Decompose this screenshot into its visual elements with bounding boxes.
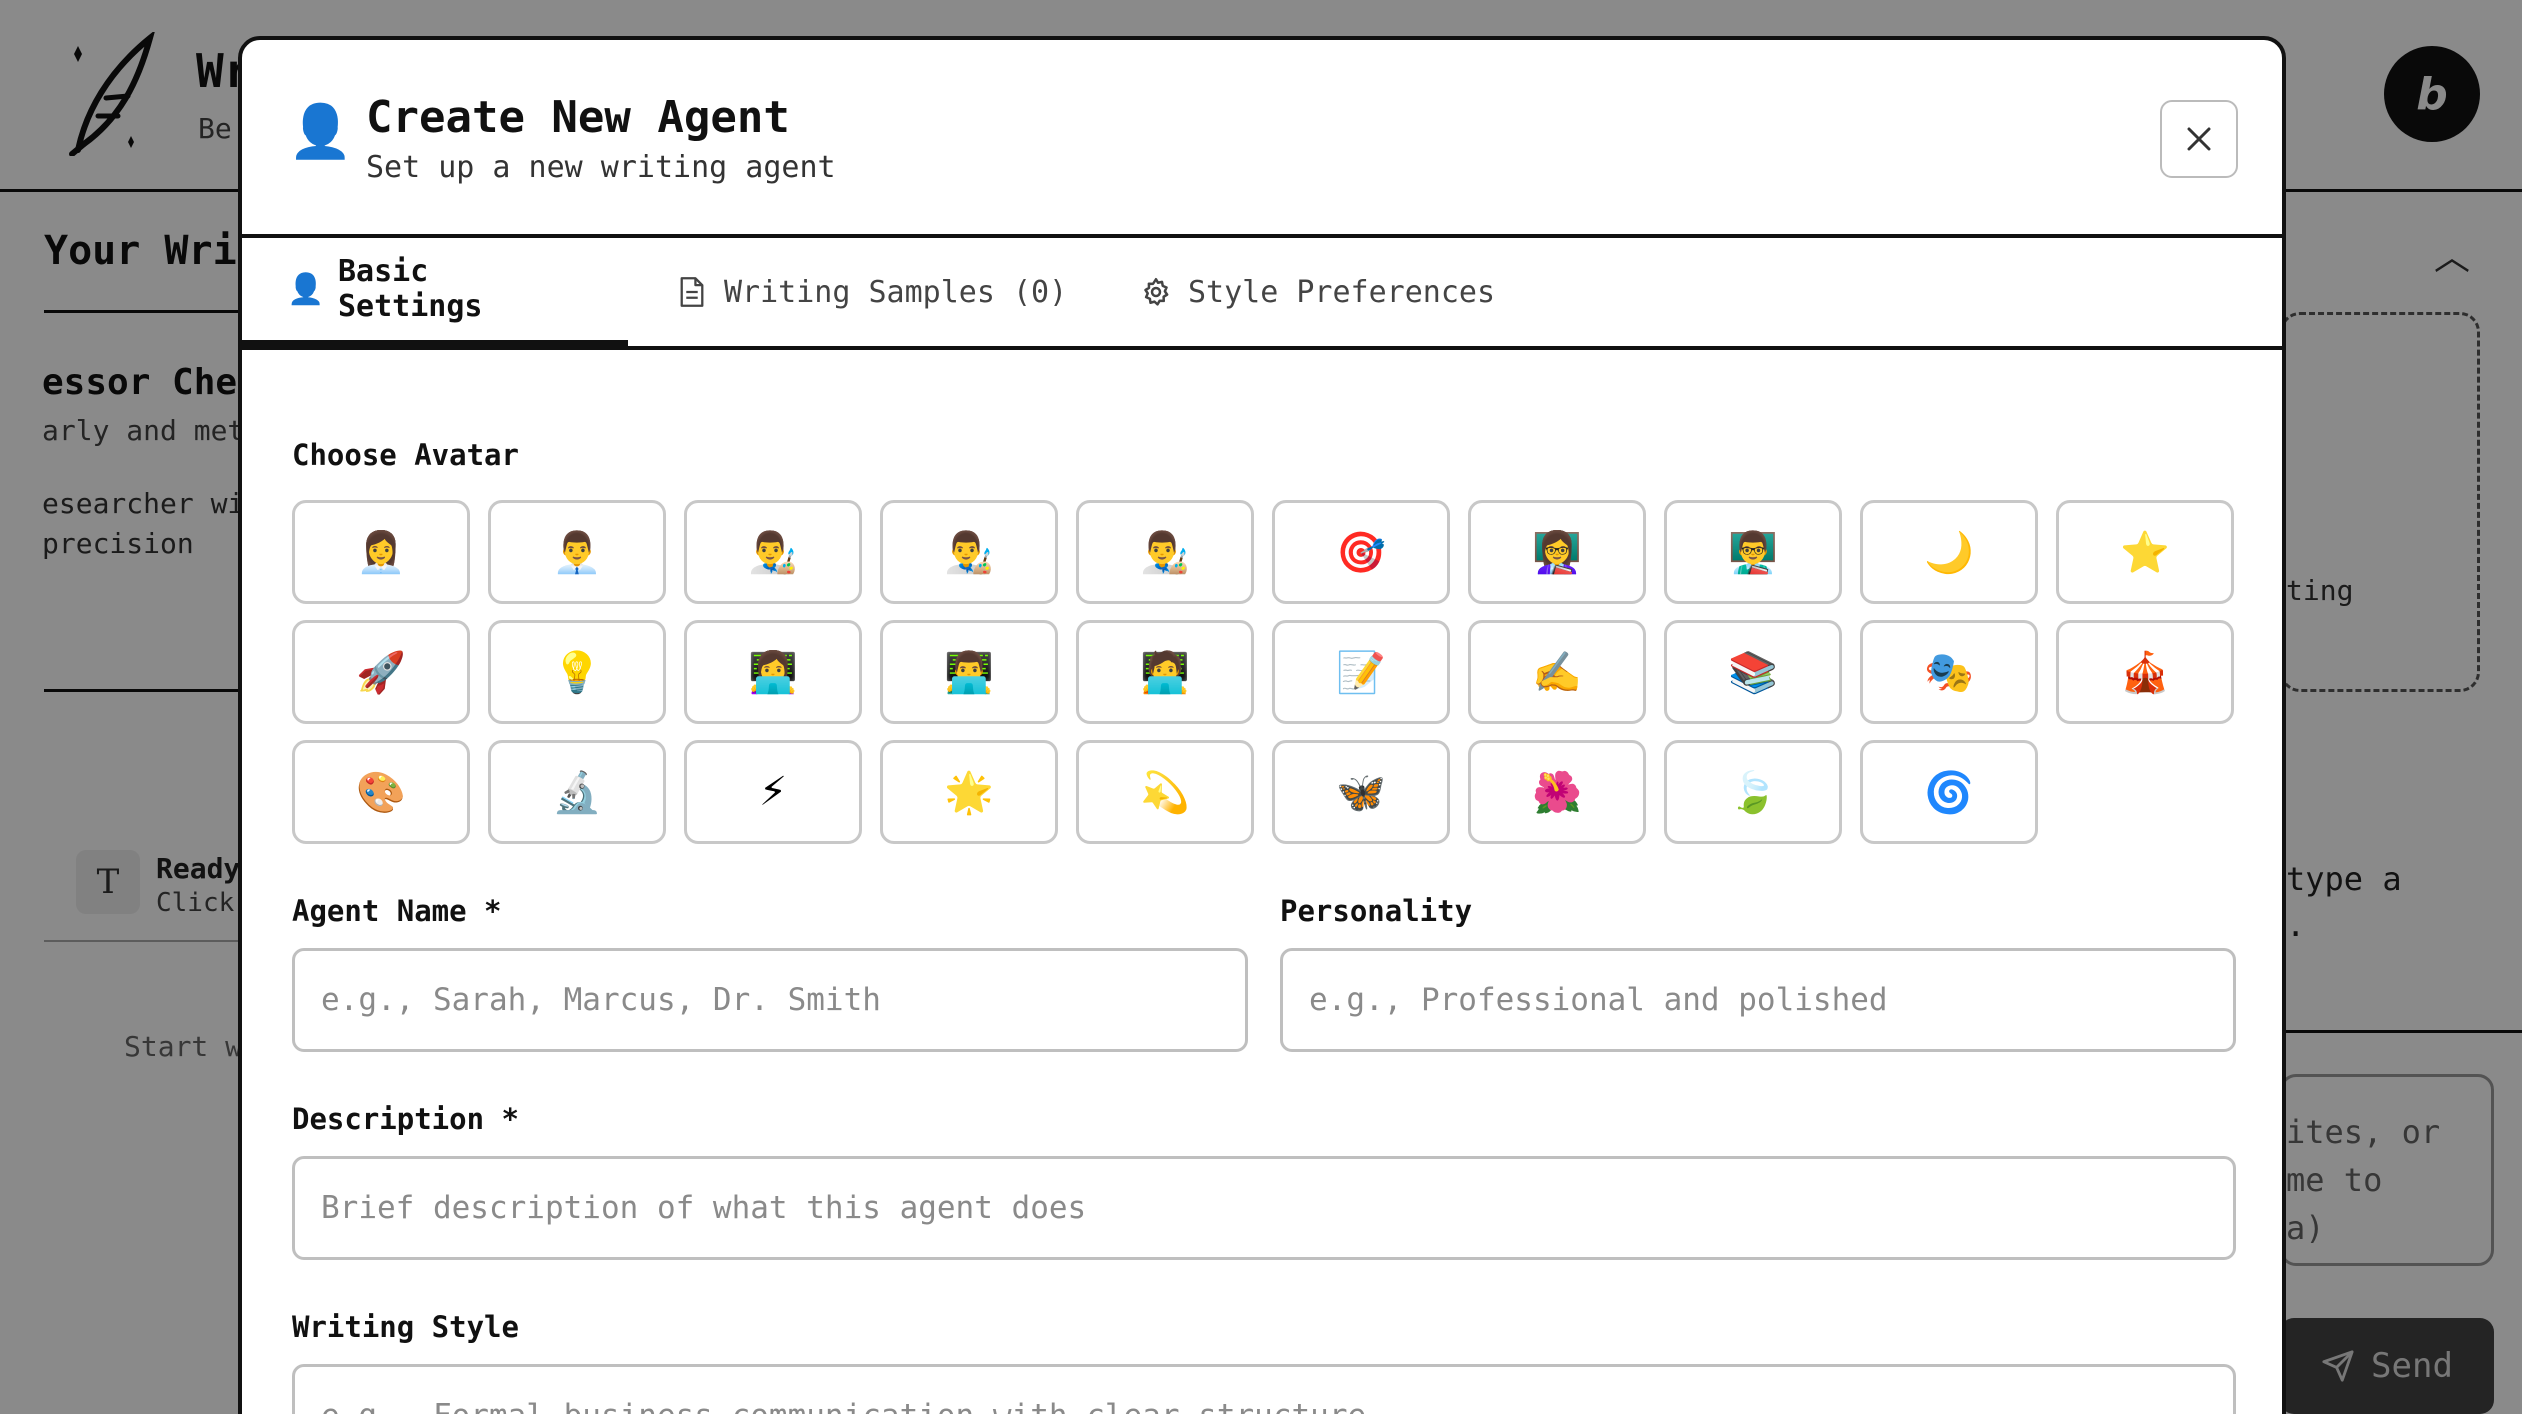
avatar-option[interactable]: ⭐ <box>2056 500 2234 604</box>
avatar-option[interactable]: 👩‍💻 <box>684 620 862 724</box>
tab-label: Style Preferences <box>1188 274 1496 310</box>
avatar-option[interactable]: 📚 <box>1664 620 1842 724</box>
tab-label: Basic Settings <box>338 254 483 324</box>
avatar-option[interactable]: 👨‍💻 <box>880 620 1058 724</box>
avatar-option[interactable]: ⚡ <box>684 740 862 844</box>
avatar-option[interactable]: ✍️ <box>1468 620 1646 724</box>
avatar-option[interactable]: 🔬 <box>488 740 666 844</box>
modal-title: Create New Agent <box>366 92 790 143</box>
avatar-option[interactable]: 🌟 <box>880 740 1058 844</box>
avatar-option[interactable]: 🎯 <box>1272 500 1450 604</box>
user-silhouette-icon: 👤 <box>288 102 353 162</box>
avatar-option[interactable]: 🦋 <box>1272 740 1450 844</box>
writing-style-label: Writing Style <box>292 1310 519 1344</box>
user-silhouette-icon: 👤 <box>287 271 325 307</box>
document-icon <box>674 274 710 310</box>
writing-style-input[interactable] <box>292 1364 2236 1414</box>
avatar-option[interactable]: 💫 <box>1076 740 1254 844</box>
avatar-grid: 👩‍💼 👨‍💼 👨‍🎨 👨‍🎨 👨‍🎨 🎯 👩‍🏫 👨‍🏫 🌙 ⭐ 🚀 💡 👩‍💻 👨‍💻 🧑‍💻 📝 ✍️ 📚 🎭… <box>292 500 2234 844</box>
agent-name-input[interactable] <box>292 948 1248 1052</box>
tab-style-preferences[interactable]: Style Preferences <box>1092 238 1541 346</box>
agent-name-label: Agent Name * <box>292 894 502 928</box>
avatar-option[interactable]: 👨‍🎨 <box>1076 500 1254 604</box>
avatar-option[interactable]: 🌀 <box>1860 740 2038 844</box>
avatar-option[interactable]: 💡 <box>488 620 666 724</box>
avatar-option[interactable]: 🌺 <box>1468 740 1646 844</box>
avatar-option[interactable]: 🎨 <box>292 740 470 844</box>
personality-label: Personality <box>1280 894 1473 928</box>
avatar-option[interactable]: 👨‍🏫 <box>1664 500 1842 604</box>
choose-avatar-label: Choose Avatar <box>292 438 519 472</box>
description-label: Description * <box>292 1102 519 1136</box>
avatar-option[interactable]: 🧑‍💻 <box>1076 620 1254 724</box>
description-input[interactable] <box>292 1156 2236 1260</box>
avatar-option[interactable]: 🎪 <box>2056 620 2234 724</box>
avatar-option[interactable]: 🎭 <box>1860 620 2038 724</box>
avatar-option[interactable]: 👩‍💼 <box>292 500 470 604</box>
avatar-option[interactable]: 👨‍💼 <box>488 500 666 604</box>
create-agent-modal: 👤 Create New Agent Set up a new writing … <box>238 36 2286 1414</box>
avatar-option[interactable]: 📝 <box>1272 620 1450 724</box>
avatar-option[interactable]: 🍃 <box>1664 740 1842 844</box>
avatar-option[interactable]: 👨‍🎨 <box>880 500 1058 604</box>
close-icon <box>2187 127 2211 151</box>
tab-label: Writing Samples (0) <box>724 274 1068 310</box>
tab-writing-samples[interactable]: Writing Samples (0) <box>628 238 1113 346</box>
avatar-option[interactable]: 🚀 <box>292 620 470 724</box>
modal-header: 👤 Create New Agent Set up a new writing … <box>242 40 2282 238</box>
personality-input[interactable] <box>1280 948 2236 1052</box>
avatar-option[interactable]: 👩‍🏫 <box>1468 500 1646 604</box>
modal-tabs: 👤 Basic Settings Writing Samples (0) Sty… <box>242 238 2282 350</box>
tab-basic-settings[interactable]: 👤 Basic Settings <box>242 238 628 346</box>
avatar-option[interactable]: 👨‍🎨 <box>684 500 862 604</box>
avatar-option[interactable]: 🌙 <box>1860 500 2038 604</box>
modal-subtitle: Set up a new writing agent <box>366 150 836 185</box>
gear-icon <box>1138 274 1174 310</box>
close-button[interactable] <box>2160 100 2238 178</box>
